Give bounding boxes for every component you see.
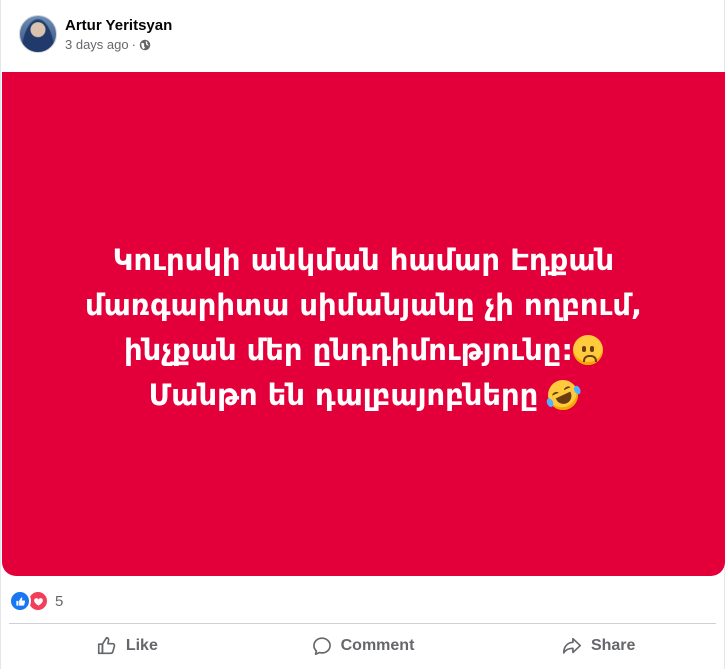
- author-name[interactable]: Artur Yeritsyan: [65, 16, 172, 35]
- post-text-line: ինչքան մեր ընդդիմությունը:: [124, 333, 573, 367]
- post-timestamp[interactable]: 3 days ago: [65, 37, 129, 52]
- author-avatar[interactable]: [19, 15, 57, 53]
- post-actions: Like Comment Share: [9, 626, 716, 666]
- post-text-line: Կուրսկի անկման համար Էդքան: [112, 243, 615, 277]
- thumbs-up-icon: [97, 636, 116, 655]
- post-card: Artur Yeritsyan 3 days ago · Կուրսկի անկ…: [0, 0, 725, 669]
- like-icon: [9, 590, 31, 612]
- post-meta: Artur Yeritsyan 3 days ago ·: [65, 16, 172, 52]
- post-text-line: Մանթո են դալբայոբները: [148, 378, 539, 412]
- share-label: Share: [590, 637, 636, 654]
- action-divider: [9, 623, 716, 624]
- comment-label: Comment: [340, 637, 415, 654]
- comment-button[interactable]: Comment: [245, 626, 481, 666]
- post-text-line: մառգարիտա սիմանյանը չի ողբում,: [84, 288, 643, 322]
- post-text: Կուրսկի անկման համար Էդքան մառգարիտա սիմ…: [44, 238, 684, 418]
- like-label: Like: [125, 637, 158, 654]
- share-arrow-icon: [562, 637, 582, 654]
- rolling-on-floor-laughing-emoji: [543, 375, 584, 415]
- share-button[interactable]: Share: [480, 626, 716, 666]
- post-header: Artur Yeritsyan 3 days ago ·: [19, 12, 172, 56]
- comment-icon: [312, 637, 331, 656]
- like-button[interactable]: Like: [9, 626, 245, 666]
- worried-face-emoji: [572, 335, 603, 365]
- separator-dot: ·: [131, 37, 136, 52]
- post-subline: 3 days ago ·: [65, 37, 172, 52]
- globe-icon[interactable]: [139, 39, 151, 51]
- reaction-summary[interactable]: 5: [9, 590, 63, 612]
- reaction-count[interactable]: 5: [55, 593, 63, 610]
- post-text-background: Կուրսկի անկման համար Էդքան մառգարիտա սիմ…: [2, 72, 725, 576]
